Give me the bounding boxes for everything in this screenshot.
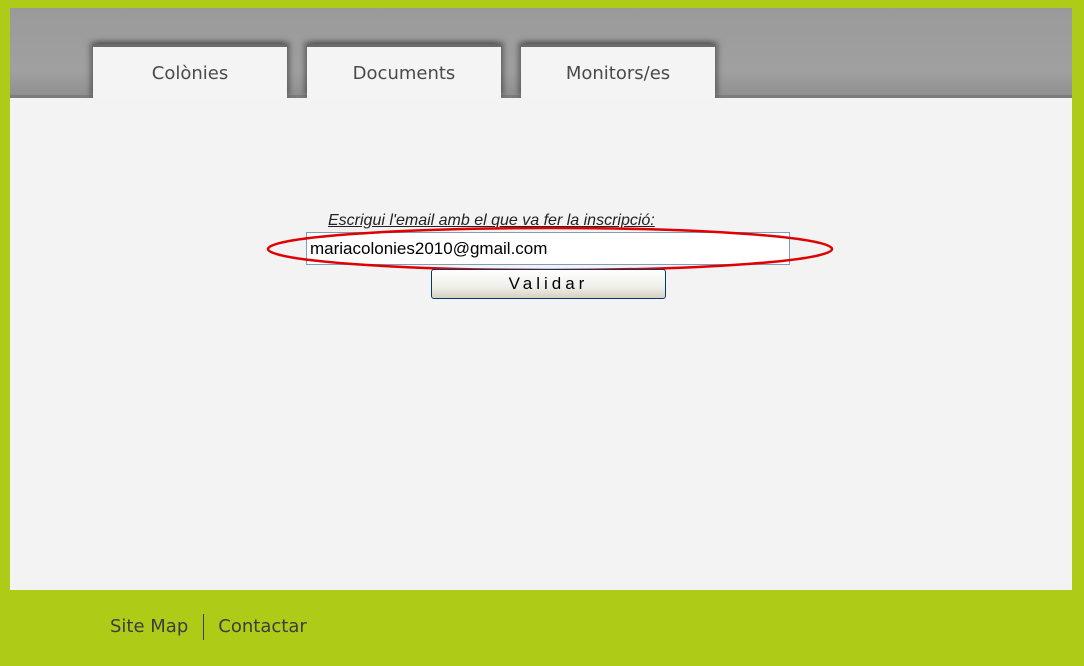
validate-button[interactable]: Validar	[431, 269, 666, 299]
footer-link-site-map[interactable]: Site Map	[110, 616, 188, 637]
footer-links: Site Map Contactar	[110, 614, 307, 640]
tab-colonies[interactable]: Colònies	[93, 44, 287, 98]
tab-monitors[interactable]: Monitors/es	[521, 44, 715, 98]
page-frame: Colònies Documents Monitors/es Escrigui …	[10, 8, 1072, 666]
main-content: Escrigui l'email amb el que va fer la in…	[10, 98, 1072, 590]
tab-documents[interactable]: Documents	[307, 44, 501, 98]
email-input[interactable]	[306, 232, 790, 265]
footer-divider	[203, 614, 205, 640]
footer-bar: Site Map Contactar	[10, 590, 1072, 666]
email-prompt-label: Escrigui l'email amb el que va fer la in…	[328, 212, 655, 229]
header-bar: Colònies Documents Monitors/es	[10, 8, 1072, 98]
footer-link-contact[interactable]: Contactar	[218, 616, 306, 637]
